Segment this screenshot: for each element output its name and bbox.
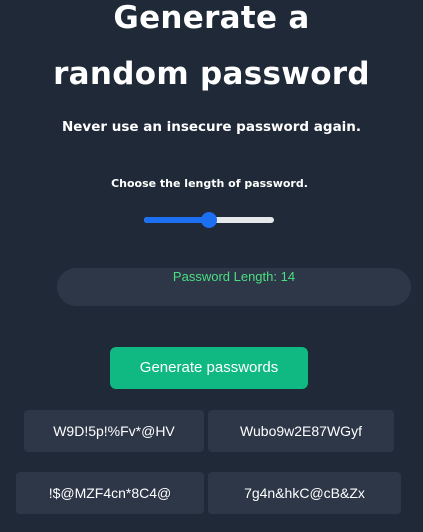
slider-fill [144, 217, 209, 223]
password-option-2[interactable]: Wubo9w2E87WGyf [208, 410, 394, 452]
length-label: Choose the length of password. [111, 177, 308, 190]
password-option-4[interactable]: 7g4n&hkC@cB&Zx [208, 472, 401, 514]
length-slider[interactable] [144, 212, 274, 228]
password-length-display: Password Length: 14 [57, 268, 411, 306]
page-title-line-1: Generate a [113, 0, 310, 36]
password-option-1[interactable]: W9D!5p!%Fv*@HV [24, 410, 204, 452]
password-option-3[interactable]: !$@MZF4cn*8C4@ [16, 472, 204, 514]
page-title-line-2: random password [53, 56, 370, 92]
password-length-text: Password Length: 14 [172, 269, 296, 284]
generate-passwords-button[interactable]: Generate passwords [110, 347, 308, 389]
page-subtitle: Never use an insecure password again. [61, 119, 362, 135]
slider-thumb[interactable] [201, 212, 217, 228]
